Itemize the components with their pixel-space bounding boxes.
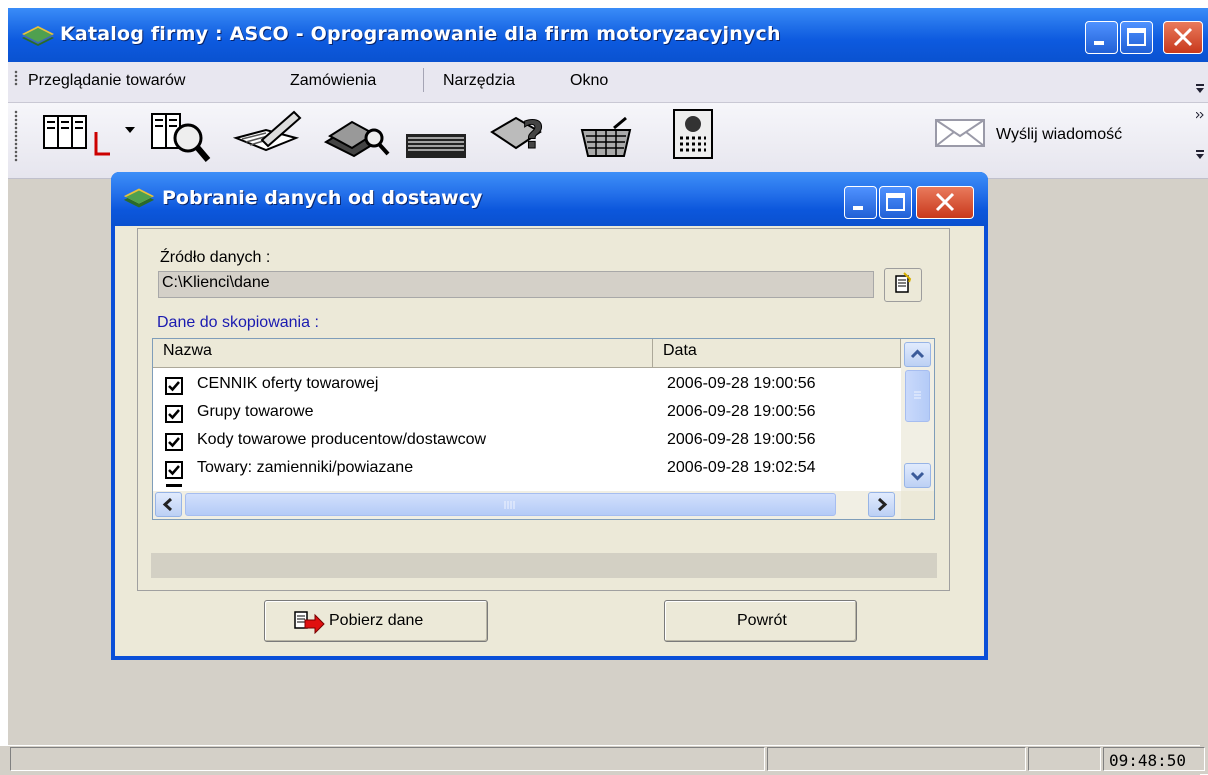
- source-label: Źródło danych :: [160, 249, 271, 266]
- menu-okno[interactable]: Okno: [570, 72, 608, 90]
- scroll-corner: [901, 491, 934, 519]
- close-icon: [935, 192, 955, 212]
- phone-icon[interactable]: [670, 108, 716, 160]
- maximize-icon: [1127, 28, 1146, 46]
- vertical-scrollbar[interactable]: [901, 339, 934, 491]
- status-panel-2: [767, 747, 1026, 771]
- envelope-icon[interactable]: [934, 118, 986, 148]
- list-item-partial[interactable]: [153, 484, 899, 491]
- chevron-right-icon: [877, 497, 888, 512]
- maximize-icon: [886, 193, 905, 211]
- help-books-icon[interactable]: ?: [488, 108, 558, 162]
- data-listview[interactable]: Nazwa Data CENNIK oferty towarowej 2006-…: [152, 338, 935, 520]
- toolbar-grip[interactable]: [14, 110, 18, 162]
- fetch-data-label: Pobierz dane: [329, 612, 424, 629]
- hscroll-thumb[interactable]: [185, 493, 836, 516]
- row-name: Grupy towarowe: [197, 403, 314, 420]
- documents-icon[interactable]: [404, 130, 472, 160]
- browse-folder-icon: [895, 272, 912, 293]
- copy-data-label: Dane do skopiowania :: [157, 314, 319, 331]
- toolbar-overflow-icon[interactable]: [1196, 112, 1204, 122]
- menu-overflow-icon[interactable]: [1196, 84, 1204, 94]
- menu-przegladanie-towarow[interactable]: Przeglądanie towarów: [28, 72, 185, 90]
- checkbox-checked-icon[interactable]: [165, 377, 183, 395]
- status-panel-3: [1028, 747, 1101, 771]
- row-date: 2006-09-28 19:00:56: [667, 431, 816, 448]
- toolbar-chevron-icon[interactable]: [1196, 150, 1204, 160]
- catalog-browse-icon[interactable]: [40, 110, 110, 160]
- progress-bar: [151, 553, 937, 578]
- list-item[interactable]: Towary: zamienniki/powiazane 2006-09-28 …: [153, 456, 899, 484]
- list-item[interactable]: CENNIK oferty towarowej 2006-09-28 19:00…: [153, 372, 899, 400]
- minimize-button[interactable]: [1085, 21, 1118, 54]
- source-path-field[interactable]: C:\Klienci\dane: [158, 271, 874, 298]
- shopping-basket-icon[interactable]: [578, 116, 634, 160]
- dialog-minimize-button[interactable]: [844, 186, 877, 219]
- books-search-icon[interactable]: [322, 112, 392, 160]
- chevron-up-icon: [910, 349, 925, 359]
- menu-narzedzia[interactable]: Narzędzia: [443, 72, 515, 90]
- maximize-button[interactable]: [1120, 21, 1153, 54]
- row-date: 2006-09-28 19:00:56: [667, 403, 816, 420]
- checkbox-checked-icon[interactable]: [165, 461, 183, 479]
- close-icon: [1173, 27, 1193, 47]
- scroll-thumb[interactable]: [905, 370, 930, 422]
- back-label: Powrót: [737, 612, 787, 629]
- scroll-right-button[interactable]: [868, 492, 895, 517]
- window-title: Katalog firmy : ASCO - Oprogramowanie dl…: [60, 23, 781, 45]
- column-header-date[interactable]: Data: [653, 339, 901, 368]
- dialog-title: Pobranie danych od dostawcy: [162, 187, 483, 209]
- row-date: 2006-09-28 19:00:56: [667, 375, 816, 392]
- dialog-books-icon: [123, 188, 155, 208]
- row-date: 2006-09-28 19:02:54: [667, 459, 816, 476]
- close-button[interactable]: [1163, 21, 1203, 54]
- minimize-icon: [1094, 41, 1104, 45]
- row-name: CENNIK oferty towarowej: [197, 375, 379, 392]
- row-name: Towary: zamienniki/powiazane: [197, 459, 414, 476]
- scroll-left-button[interactable]: [155, 492, 182, 517]
- chevron-down-icon: [910, 471, 925, 481]
- browse-source-button[interactable]: [884, 268, 922, 302]
- row-name: Kody towarowe producentow/dostawcow: [197, 431, 487, 448]
- grip-lines-icon: [504, 501, 515, 509]
- list-item[interactable]: Grupy towarowe 2006-09-28 19:00:56: [153, 400, 899, 428]
- catalog-search-icon[interactable]: [150, 110, 212, 162]
- chevron-left-icon: [162, 497, 173, 512]
- menu-grip[interactable]: [14, 70, 18, 86]
- dialog-maximize-button[interactable]: [879, 186, 912, 219]
- checkbox-checked-icon[interactable]: [165, 433, 183, 451]
- app-books-icon: [22, 26, 54, 46]
- minimize-icon: [853, 206, 863, 210]
- status-panel-main: [10, 747, 765, 771]
- svg-text:?: ?: [522, 113, 544, 157]
- list-item[interactable]: Kody towarowe producentow/dostawcow 2006…: [153, 428, 899, 456]
- import-arrow-icon: [294, 611, 325, 634]
- status-clock: 09:48:50: [1109, 751, 1187, 770]
- checkbox-checked-icon[interactable]: [165, 405, 183, 423]
- send-message-button[interactable]: Wyślij wiadomość: [996, 126, 1122, 144]
- menu-separator: [423, 68, 424, 92]
- back-button[interactable]: Powrót: [664, 600, 857, 642]
- horizontal-scrollbar[interactable]: [153, 491, 901, 519]
- scroll-up-button[interactable]: [904, 342, 931, 367]
- fetch-data-button[interactable]: Pobierz dane: [264, 600, 488, 642]
- dropdown-arrow-icon[interactable]: [124, 125, 136, 135]
- scroll-down-button[interactable]: [904, 463, 931, 488]
- menu-zamowienia[interactable]: Zamówienia: [290, 72, 376, 90]
- dialog-close-button[interactable]: [916, 186, 974, 219]
- grip-lines-icon: [914, 391, 921, 399]
- column-header-name[interactable]: Nazwa: [153, 339, 653, 368]
- edit-notes-icon[interactable]: [232, 108, 302, 162]
